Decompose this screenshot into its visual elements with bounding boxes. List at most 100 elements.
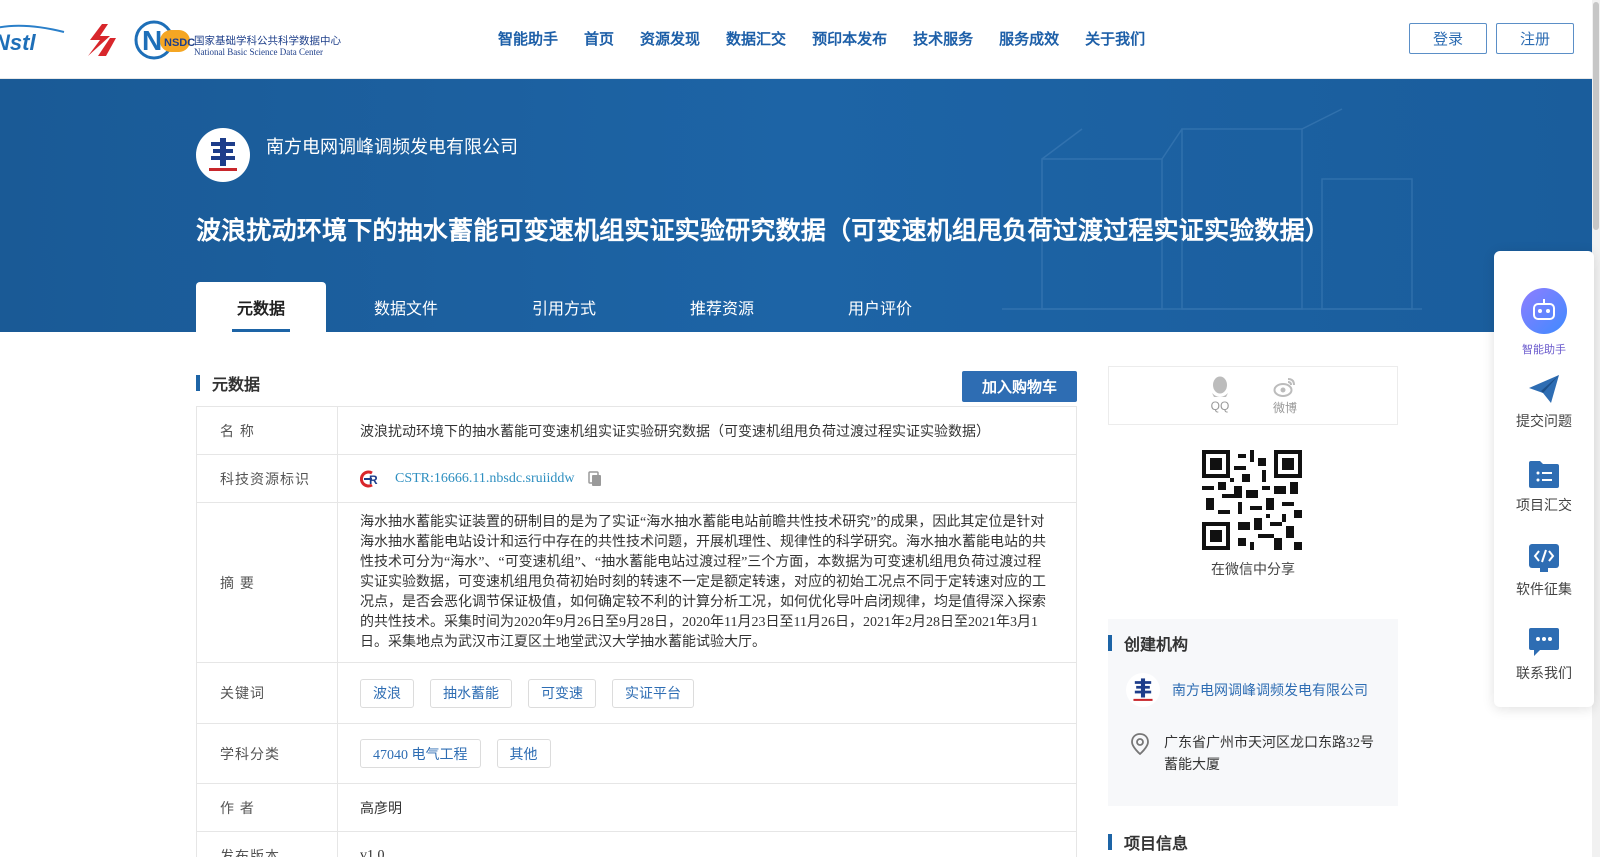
wechat-qr-code — [1202, 450, 1302, 550]
float-project-submission[interactable]: 项目汇交 — [1494, 459, 1594, 515]
float-software-collection[interactable]: 软件征集 — [1494, 543, 1594, 599]
table-row: 学科分类 47040 电气工程 其他 — [197, 724, 1076, 784]
cstr-logo-icon: R — [360, 470, 378, 487]
float-contact-us[interactable]: 联系我们 — [1494, 627, 1594, 683]
section-accent-bar — [1108, 834, 1112, 850]
svg-text:Nstl: Nstl — [0, 30, 36, 55]
banner-org-name[interactable]: 南方电网调峰调频发电有限公司 — [266, 133, 518, 159]
floating-toolbar: 智能助手 提交问题 项目汇交 软件征集 联系我们 — [1494, 251, 1594, 707]
cstr-identifier[interactable]: R CSTR:16666.11.nbsdc.sruiiddw — [360, 470, 603, 488]
subject-tag[interactable]: 47040 电气工程 — [360, 739, 481, 768]
folder-icon — [1529, 461, 1559, 488]
org-address-text: 广东省广州市天河区龙口东路32号蓄能大厦 — [1164, 736, 1374, 773]
robot-icon — [1521, 288, 1567, 334]
author-label: 作 者 — [197, 784, 338, 831]
float-submit-question[interactable]: 提交问题 — [1494, 373, 1594, 431]
org-address: 广东省广州市天河区龙口东路32号蓄能大厦 — [1130, 733, 1384, 777]
svg-text:NSDC: NSDC — [164, 37, 195, 49]
keyword-tag[interactable]: 抽水蓄能 — [430, 678, 512, 708]
table-row: 摘 要 海水抽水蓄能实证装置的研制目的是为了实证“海水抽水蓄能电站前瞻共性技术研… — [197, 503, 1076, 663]
keyword-tag[interactable]: 可变速 — [528, 678, 596, 708]
float-project-submission-label: 项目汇交 — [1516, 497, 1572, 513]
csg-logo-icon — [1133, 678, 1153, 701]
nav-resource-discovery[interactable]: 资源发现 — [640, 28, 700, 49]
abstract-text: 海水抽水蓄能实证装置的研制目的是为了实证“海水抽水蓄能电站前瞻共性技术研究”的成… — [360, 514, 1046, 650]
csg-logo-icon — [209, 138, 237, 171]
nav-ai-assistant[interactable]: 智能助手 — [498, 28, 558, 49]
subject-label: 学科分类 — [197, 724, 338, 783]
float-software-collection-label: 软件征集 — [1516, 581, 1572, 597]
copy-icon[interactable] — [587, 470, 603, 487]
share-weibo-label: 微博 — [1272, 401, 1297, 415]
name-value: 波浪扰动环境下的抽水蓄能可变速机组实证实验研究数据（可变速机组甩负荷过渡过程实证… — [360, 424, 990, 440]
nav-preprint[interactable]: 预印本发布 — [812, 28, 887, 49]
register-button[interactable]: 注册 — [1496, 23, 1574, 54]
share-qq[interactable]: QQ — [1209, 375, 1231, 424]
add-to-cart-button[interactable]: 加入购物车 — [962, 371, 1077, 402]
tab-data-files[interactable]: 数据文件 — [326, 282, 486, 332]
section-accent-bar — [1108, 635, 1112, 651]
login-button[interactable]: 登录 — [1409, 23, 1487, 54]
keyword-tags: 波浪 抽水蓄能 可变速 实证平台 — [338, 663, 1076, 723]
abstract-label: 摘 要 — [197, 503, 338, 662]
org-section-header: 创建机构 — [1108, 631, 1188, 655]
name-label: 名 称 — [197, 407, 338, 454]
table-row: 作 者 高彦明 — [197, 784, 1076, 832]
dataset-tabs: 元数据 数据文件 引用方式 推荐资源 用户评价 — [196, 282, 958, 332]
nsdc-logo[interactable]: N NSDC 国家基础学科公共科学数据中心 National Basic Sci… — [134, 20, 349, 60]
table-row: 关键词 波浪 抽水蓄能 可变速 实证平台 — [197, 663, 1076, 724]
location-pin-icon — [1131, 733, 1149, 755]
version-value: v1.0 — [360, 847, 385, 857]
org-link[interactable]: 南方电网调峰调频发电有限公司 — [1172, 680, 1368, 700]
project-section-header: 项目信息 — [1108, 830, 1188, 854]
dataset-title: 波浪扰动环境下的抽水蓄能可变速机组实证实验研究数据（可变速机组甩负荷过渡过程实证… — [196, 217, 1331, 245]
paper-plane-icon — [1529, 375, 1559, 403]
org-logo — [1126, 673, 1160, 707]
keyword-tag[interactable]: 实证平台 — [612, 678, 694, 708]
tab-user-reviews[interactable]: 用户评价 — [802, 282, 958, 332]
svg-text:National Basic Science Data Ce: National Basic Science Data Center — [194, 47, 323, 57]
cstr-value[interactable]: CSTR:16666.11.nbsdc.sruiiddw — [395, 471, 575, 487]
share-weibo[interactable]: 微博 — [1273, 375, 1297, 424]
qq-icon — [1211, 376, 1228, 397]
tab-citation[interactable]: 引用方式 — [486, 282, 642, 332]
org-section-title: 创建机构 — [1124, 637, 1189, 654]
float-ai-assistant[interactable]: 智能助手 — [1494, 287, 1594, 357]
code-icon — [1529, 544, 1559, 572]
table-row: 名 称 波浪扰动环境下的抽水蓄能可变速机组实证实验研究数据（可变速机组甩负荷过渡… — [197, 407, 1076, 455]
section-accent-bar — [196, 375, 200, 391]
subject-tag[interactable]: 其他 — [496, 739, 551, 768]
keywords-label: 关键词 — [197, 663, 338, 723]
version-label: 发布版本 — [197, 832, 338, 857]
nav-data-submission[interactable]: 数据汇交 — [726, 28, 786, 49]
chat-icon — [1529, 628, 1559, 656]
project-section-title: 项目信息 — [1124, 836, 1189, 853]
scroll-thumb[interactable] — [1593, 2, 1599, 230]
creating-org-panel: 创建机构 南方电网调峰调频发电有限公司 广东省广州市天河区龙口东路32号蓄能大厦 — [1108, 619, 1398, 806]
weibo-icon — [1273, 378, 1295, 397]
wechat-share-label: 在微信中分享 — [1211, 561, 1295, 577]
metadata-section-title: 元数据 — [212, 377, 261, 394]
tab-recommended[interactable]: 推荐资源 — [642, 282, 802, 332]
table-row: 发布版本 v1.0 — [197, 832, 1076, 857]
author-value: 高彦明 — [360, 801, 402, 817]
keyword-tag[interactable]: 波浪 — [360, 678, 414, 708]
site-header: Nstl N NSDC 国家基础学科公共科学数据中心 National Basi… — [0, 0, 1600, 79]
main-nav: 智能助手 首页 资源发现 数据汇交 预印本发布 技术服务 服务成效 关于我们 — [498, 28, 1145, 49]
nav-about[interactable]: 关于我们 — [1085, 28, 1145, 49]
tab-metadata[interactable]: 元数据 — [196, 282, 326, 332]
nstl-logo[interactable]: Nstl — [0, 24, 68, 56]
org-avatar — [196, 128, 250, 182]
table-row: 科技资源标识 R CSTR:16666.11.nbsdc.sruiiddw — [197, 455, 1076, 503]
nav-home[interactable]: 首页 — [584, 28, 614, 49]
identifier-label: 科技资源标识 — [197, 455, 338, 502]
share-qq-label: QQ — [1210, 399, 1230, 413]
nav-tech-service[interactable]: 技术服务 — [913, 28, 973, 49]
subject-tags: 47040 电气工程 其他 — [338, 724, 1076, 783]
float-contact-us-label: 联系我们 — [1516, 665, 1572, 681]
float-submit-question-label: 提交问题 — [1516, 413, 1572, 429]
institution-logo[interactable] — [80, 22, 120, 58]
svg-text:国家基础学科公共科学数据中心: 国家基础学科公共科学数据中心 — [194, 34, 341, 47]
org-entry: 南方电网调峰调频发电有限公司 — [1126, 673, 1368, 707]
nav-service-results[interactable]: 服务成效 — [999, 28, 1059, 49]
